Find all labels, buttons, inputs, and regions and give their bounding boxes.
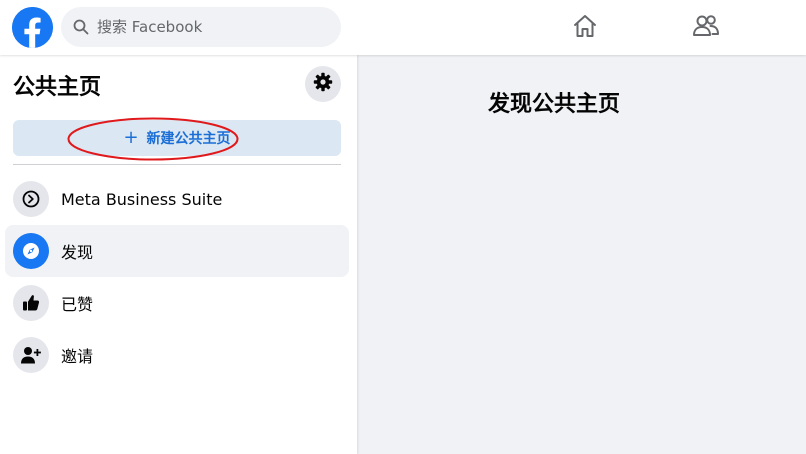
sidebar: 公共主页 + 新建公共主页 Meta Business Suite 发现 已赞 … [0,55,357,454]
sidebar-item-label: 发现 [61,243,94,262]
facebook-logo-icon[interactable] [12,7,53,48]
sidebar-item-invite[interactable]: 邀请 [5,329,349,381]
sidebar-item-liked[interactable]: 已赞 [5,277,349,329]
top-navigation-bar [0,0,806,55]
search-icon [73,19,89,35]
sidebar-item-label: 邀请 [61,347,94,366]
sidebar-item-label: Meta Business Suite [61,189,223,209]
create-page-button[interactable]: + 新建公共主页 [13,120,341,156]
meta-business-suite-icon [13,181,49,217]
sidebar-item-label: 已赞 [61,295,94,314]
nav-friends-button[interactable] [676,8,736,48]
search-box[interactable] [61,7,341,47]
compass-icon [13,233,49,269]
divider [13,164,341,165]
settings-button[interactable] [305,66,341,102]
gear-icon [313,72,333,97]
sidebar-item-discover[interactable]: 发现 [5,225,349,277]
home-icon [571,12,599,45]
sidebar-title: 公共主页 [13,75,102,100]
thumbs-up-icon [13,285,49,321]
friends-icon [691,12,721,45]
person-add-icon [13,337,49,373]
page-title: 发现公共主页 [488,92,621,117]
sidebar-item-meta-business-suite[interactable]: Meta Business Suite [5,173,349,225]
plus-icon: + [123,127,139,148]
search-input[interactable] [97,18,317,36]
nav-home-button[interactable] [555,8,615,48]
create-page-label: 新建公共主页 [146,131,231,147]
